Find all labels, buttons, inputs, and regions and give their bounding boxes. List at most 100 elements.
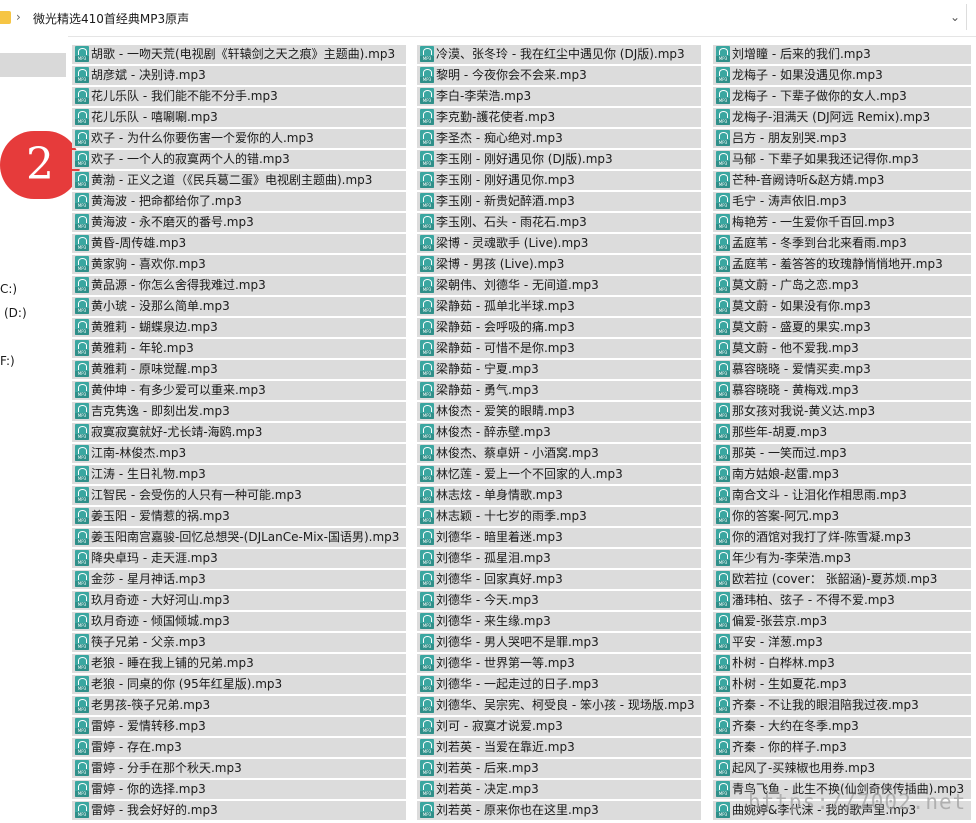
file-item[interactable]: MP3 林俊杰 - 醉赤壁.mp3 [417, 423, 701, 442]
file-item[interactable]: MP3 李白-李荣浩.mp3 [417, 87, 701, 106]
file-item[interactable]: MP3 平安 - 洋葱.mp3 [713, 633, 971, 652]
file-item[interactable]: MP3 刘德华 - 男人哭吧不是罪.mp3 [417, 633, 701, 652]
file-item[interactable]: MP3 黎明 - 今夜你会不会来.mp3 [417, 66, 701, 85]
file-item[interactable]: MP3 玖月奇迹 - 倾国倾城.mp3 [72, 612, 406, 631]
file-item[interactable]: MP3 你的酒馆对我打了烊-陈雪凝.mp3 [713, 528, 971, 547]
file-item[interactable]: MP3 黄品源 - 你怎么舍得我难过.mp3 [72, 276, 406, 295]
file-item[interactable]: MP3 齐秦 - 你的样子.mp3 [713, 738, 971, 757]
file-item[interactable]: MP3 起风了-买辣椒也用券.mp3 [713, 759, 971, 778]
file-item[interactable]: MP3 刘德华 - 回家真好.mp3 [417, 570, 701, 589]
file-item[interactable]: MP3 老男孩-筷子兄弟.mp3 [72, 696, 406, 715]
file-item[interactable]: MP3 黄海波 - 把命都给你了.mp3 [72, 192, 406, 211]
breadcrumb-path[interactable]: 微光精选410首经典MP3原声 [33, 10, 189, 27]
file-item[interactable]: MP3 筷子兄弟 - 父亲.mp3 [72, 633, 406, 652]
nav-drive-f[interactable]: F:) [0, 354, 15, 368]
file-item[interactable]: MP3 刘可 - 寂寞才说爱.mp3 [417, 717, 701, 736]
file-item[interactable]: MP3 梁博 - 男孩 (Live).mp3 [417, 255, 701, 274]
file-item[interactable]: MP3 朴树 - 白桦林.mp3 [713, 654, 971, 673]
file-item[interactable]: MP3 刘德华 - 世界第一等.mp3 [417, 654, 701, 673]
file-item[interactable]: MP3 那女孩对我说-黄义达.mp3 [713, 402, 971, 421]
file-item[interactable]: MP3 梁朝伟、刘德华 - 无间道.mp3 [417, 276, 701, 295]
file-item[interactable]: MP3 刘德华 - 今天.mp3 [417, 591, 701, 610]
chevron-right-icon[interactable]: › [16, 10, 21, 24]
file-item[interactable]: MP3 欧若拉 (cover： 张韶涵)-夏苏烦.mp3 [713, 570, 971, 589]
file-item[interactable]: MP3 梁静茹 - 会呼吸的痛.mp3 [417, 318, 701, 337]
file-item[interactable]: MP3 慕容晓晓 - 黄梅戏.mp3 [713, 381, 971, 400]
file-item[interactable]: MP3 那些年-胡夏.mp3 [713, 423, 971, 442]
file-item[interactable]: MP3 毛宁 - 涛声依旧.mp3 [713, 192, 971, 211]
file-item[interactable]: MP3 李玉刚 - 刚好遇见你.mp3 [417, 171, 701, 190]
file-item[interactable]: MP3 龙梅子 - 如果没遇见你.mp3 [713, 66, 971, 85]
file-item[interactable]: MP3 刘增瞳 - 后来的我们.mp3 [713, 45, 971, 64]
file-item[interactable]: MP3 玖月奇迹 - 大好河山.mp3 [72, 591, 406, 610]
address-bar[interactable]: › 微光精选410首经典MP3原声 ⌄ [0, 0, 976, 37]
file-item[interactable]: MP3 李玉刚 - 新贵妃醉酒.mp3 [417, 192, 701, 211]
file-item[interactable]: MP3 龙梅子 - 下辈子做你的女人.mp3 [713, 87, 971, 106]
file-item[interactable]: MP3 欢子 - 一个人的寂寞两个人的错.mp3 [72, 150, 406, 169]
file-item[interactable]: MP3 林志颖 - 十七岁的雨季.mp3 [417, 507, 701, 526]
file-item[interactable]: MP3 黄家驹 - 喜欢你.mp3 [72, 255, 406, 274]
file-item[interactable]: MP3 南合文斗 - 让泪化作相思雨.mp3 [713, 486, 971, 505]
file-item[interactable]: MP3 老狼 - 睡在我上铺的兄弟.mp3 [72, 654, 406, 673]
file-item[interactable]: MP3 江涛 - 生日礼物.mp3 [72, 465, 406, 484]
file-item[interactable]: MP3 姜玉阳 - 爱情惹的祸.mp3 [72, 507, 406, 526]
file-item[interactable]: MP3 齐秦 - 大约在冬季.mp3 [713, 717, 971, 736]
file-item[interactable]: MP3 江南-林俊杰.mp3 [72, 444, 406, 463]
file-item[interactable]: MP3 李圣杰 - 痴心绝对.mp3 [417, 129, 701, 148]
file-item[interactable]: MP3 欢子 - 为什么你要伤害一个爱你的人.mp3 [72, 129, 406, 148]
file-item[interactable]: MP3 寂寞寂寞就好-尤长靖-海鸥.mp3 [72, 423, 406, 442]
file-item[interactable]: MP3 黄雅莉 - 原味觉醒.mp3 [72, 360, 406, 379]
file-item[interactable]: MP3 降央卓玛 - 走天涯.mp3 [72, 549, 406, 568]
file-item[interactable]: MP3 黄雅莉 - 蝴蝶泉边.mp3 [72, 318, 406, 337]
file-item[interactable]: MP3 梁静茹 - 可惜不是你.mp3 [417, 339, 701, 358]
file-item[interactable]: MP3 朴树 - 生如夏花.mp3 [713, 675, 971, 694]
file-item[interactable]: MP3 黄小琥 - 没那么简单.mp3 [72, 297, 406, 316]
file-item[interactable]: MP3 偏爱-张芸京.mp3 [713, 612, 971, 631]
file-item[interactable]: MP3 冷漠、张冬玲 - 我在红尘中遇见你 (DJ版).mp3 [417, 45, 701, 64]
file-item[interactable]: MP3 梁静茹 - 孤单北半球.mp3 [417, 297, 701, 316]
file-item[interactable]: MP3 黄雅莉 - 年轮.mp3 [72, 339, 406, 358]
file-item[interactable]: MP3 林俊杰 - 爱笑的眼睛.mp3 [417, 402, 701, 421]
file-item[interactable]: MP3 刘德华 - 孤星泪.mp3 [417, 549, 701, 568]
file-item[interactable]: MP3 莫文蔚 - 如果没有你.mp3 [713, 297, 971, 316]
file-item[interactable]: MP3 林忆莲 - 爱上一个不回家的人.mp3 [417, 465, 701, 484]
file-item[interactable]: MP3 刘德华 - 来生缘.mp3 [417, 612, 701, 631]
file-item[interactable]: MP3 刘若英 - 决定.mp3 [417, 780, 701, 799]
file-item[interactable]: MP3 黄海波 - 永不磨灭的番号.mp3 [72, 213, 406, 232]
file-item[interactable]: MP3 莫文蔚 - 盛夏的果实.mp3 [713, 318, 971, 337]
file-item[interactable]: MP3 你的答案-阿冗.mp3 [713, 507, 971, 526]
file-item[interactable]: MP3 龙梅子-泪满天 (DJ阿远 Remix).mp3 [713, 108, 971, 127]
file-item[interactable]: MP3 黄昏-周传雄.mp3 [72, 234, 406, 253]
nav-selected-item[interactable] [0, 53, 66, 77]
file-item[interactable]: MP3 李玉刚 - 刚好遇见你 (DJ版).mp3 [417, 150, 701, 169]
file-item[interactable]: MP3 金莎 - 星月神话.mp3 [72, 570, 406, 589]
file-item[interactable]: MP3 年少有为-李荣浩.mp3 [713, 549, 971, 568]
file-item[interactable]: MP3 胡彦斌 - 决别诗.mp3 [72, 66, 406, 85]
file-item[interactable]: MP3 雷婷 - 爱情转移.mp3 [72, 717, 406, 736]
file-item[interactable]: MP3 胡歌 - 一吻天荒(电视剧《轩辕剑之天之痕》主题曲).mp3 [72, 45, 406, 64]
file-item[interactable]: MP3 刘德华 - 暗里着迷.mp3 [417, 528, 701, 547]
file-item[interactable]: MP3 刘若英 - 当爱在靠近.mp3 [417, 738, 701, 757]
file-item[interactable]: MP3 梁静茹 - 宁夏.mp3 [417, 360, 701, 379]
file-item[interactable]: MP3 齐秦 - 不让我的眼泪陪我过夜.mp3 [713, 696, 971, 715]
file-item[interactable]: MP3 梁静茹 - 勇气.mp3 [417, 381, 701, 400]
file-item[interactable]: MP3 林俊杰、蔡卓妍 - 小酒窝.mp3 [417, 444, 701, 463]
file-item[interactable]: MP3 李克勤-護花使者.mp3 [417, 108, 701, 127]
file-item[interactable]: MP3 黄渤 - 正义之道（《民兵葛二蛋》电视剧主题曲).mp3 [72, 171, 406, 190]
file-item[interactable]: MP3 雷婷 - 分手在那个秋天.mp3 [72, 759, 406, 778]
file-item[interactable]: MP3 吉克隽逸 - 即刻出发.mp3 [72, 402, 406, 421]
file-item[interactable]: MP3 孟庭苇 - 羞答答的玫瑰静悄悄地开.mp3 [713, 255, 971, 274]
file-item[interactable]: MP3 刘若英 - 原来你也在这里.mp3 [417, 801, 701, 820]
nav-drive-d[interactable]: (D:) [4, 306, 27, 320]
file-item[interactable]: MP3 刘德华 - 一起走过的日子.mp3 [417, 675, 701, 694]
file-item[interactable]: MP3 林志炫 - 单身情歌.mp3 [417, 486, 701, 505]
file-item[interactable]: MP3 莫文蔚 - 他不爱我.mp3 [713, 339, 971, 358]
file-item[interactable]: MP3 老狼 - 同桌的你 (95年红星版).mp3 [72, 675, 406, 694]
file-item[interactable]: MP3 莫文蔚 - 广岛之恋.mp3 [713, 276, 971, 295]
nav-drive-c[interactable]: C:) [0, 282, 17, 296]
chevron-down-icon[interactable]: ⌄ [945, 6, 965, 28]
file-item[interactable]: MP3 江智民 - 会受伤的人只有一种可能.mp3 [72, 486, 406, 505]
file-item[interactable]: MP3 雷婷 - 我会好好的.mp3 [72, 801, 406, 820]
file-item[interactable]: MP3 花儿乐队 - 我们能不能不分手.mp3 [72, 87, 406, 106]
file-item[interactable]: MP3 雷婷 - 存在.mp3 [72, 738, 406, 757]
